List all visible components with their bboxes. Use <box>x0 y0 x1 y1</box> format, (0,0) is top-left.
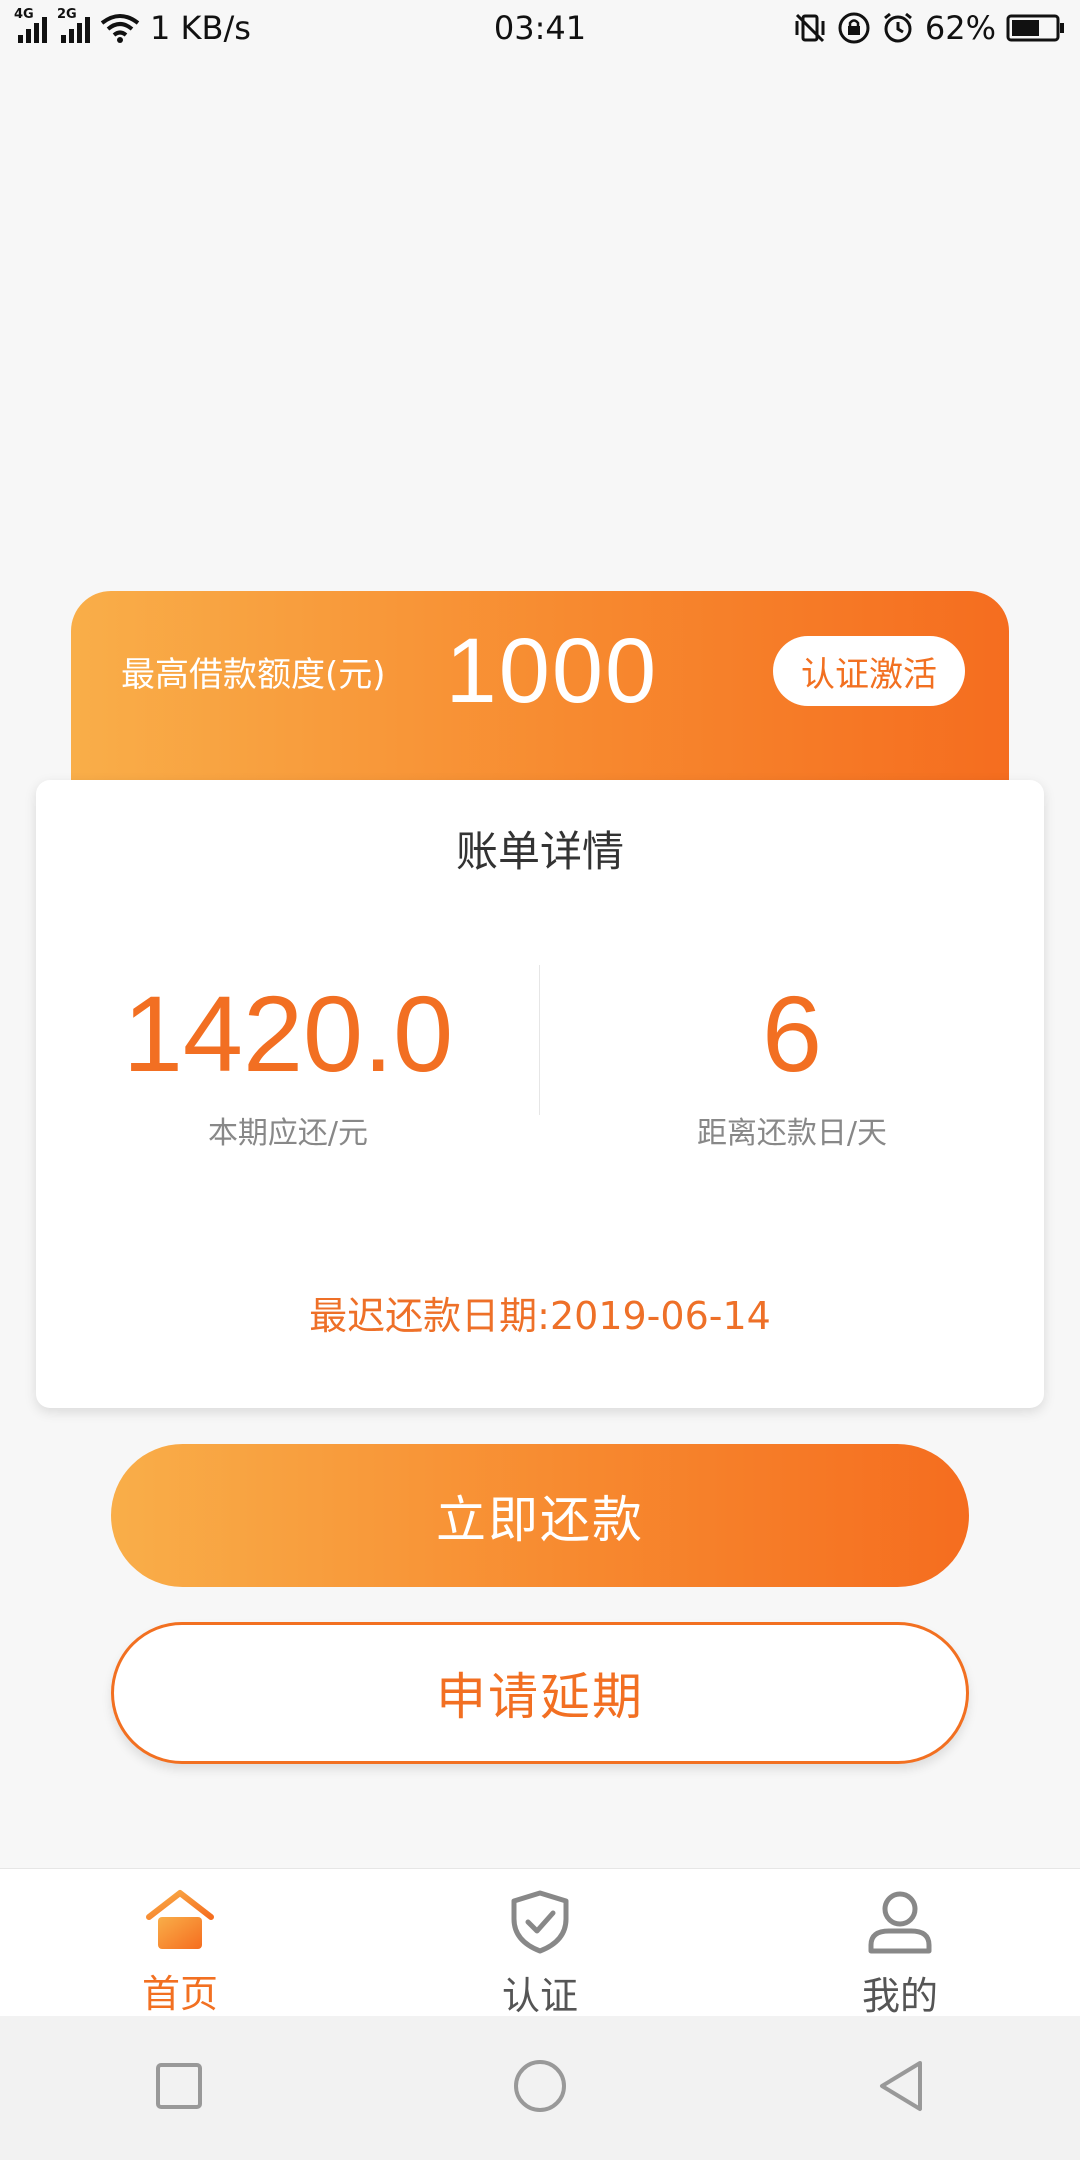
user-icon <box>865 1889 935 1959</box>
wifi-icon <box>100 13 140 43</box>
amount-due-block: 1420.0 本期应还/元 <box>36 980 540 1152</box>
recents-button[interactable] <box>154 2061 204 2115</box>
repay-now-button[interactable]: 立即还款 <box>111 1444 969 1587</box>
network-speed: 1 KB/s <box>150 9 251 47</box>
tab-verify-label: 认证 <box>501 1974 578 2018</box>
days-left-block: 6 距离还款日/天 <box>540 980 1044 1152</box>
system-nav-bar <box>0 2016 1080 2160</box>
network-type-1: 4G <box>14 7 34 22</box>
status-right: 62% <box>793 9 1066 47</box>
network-type-2: 2G <box>57 7 77 22</box>
limit-value: 1000 <box>445 619 659 722</box>
battery-percent: 62% <box>924 9 996 47</box>
amount-due-label: 本期应还/元 <box>207 1116 369 1151</box>
status-left: 4G 2G 1 KB/s <box>14 7 251 47</box>
bill-detail-card: 账单详情 1420.0 本期应还/元 6 距离还款日/天 最迟还款日期:2019… <box>36 780 1044 1408</box>
signal-icon-2: 2G <box>57 7 90 43</box>
limit-label: 最高借款额度(元) <box>121 654 386 695</box>
tab-verify[interactable]: 认证 <box>360 1869 720 2018</box>
days-left-label: 距离还款日/天 <box>696 1116 888 1151</box>
shield-check-icon <box>508 1889 572 1959</box>
rotation-lock-icon <box>837 11 871 45</box>
alarm-icon <box>881 11 915 45</box>
amount-due-value: 1420.0 <box>122 973 454 1094</box>
apply-extension-button[interactable]: 申请延期 <box>111 1622 969 1764</box>
home-button[interactable] <box>512 2058 568 2118</box>
activate-button[interactable]: 认证激活 <box>773 636 965 706</box>
bill-title: 账单详情 <box>455 827 624 876</box>
battery-icon <box>1006 14 1066 42</box>
home-icon <box>145 1889 215 1957</box>
tab-mine[interactable]: 我的 <box>720 1869 1080 2018</box>
loan-limit-card: 最高借款额度(元) 1000 认证激活 <box>71 591 1009 791</box>
tab-home-label: 首页 <box>141 1972 218 2016</box>
bottom-tab-bar: 首页 认证 我的 <box>0 1868 1080 2018</box>
signal-icon: 4G <box>14 7 47 43</box>
status-bar: 4G 2G 1 KB/s 03:41 62% <box>0 0 1080 56</box>
days-left-value: 6 <box>761 973 823 1094</box>
due-date: 最迟还款日期:2019-06-14 <box>309 1294 771 1338</box>
back-button[interactable] <box>876 2059 926 2117</box>
tab-home[interactable]: 首页 <box>0 1869 360 2016</box>
vibrate-off-icon <box>793 11 827 45</box>
clock: 03:41 <box>493 9 587 47</box>
tab-mine-label: 我的 <box>861 1974 938 2018</box>
